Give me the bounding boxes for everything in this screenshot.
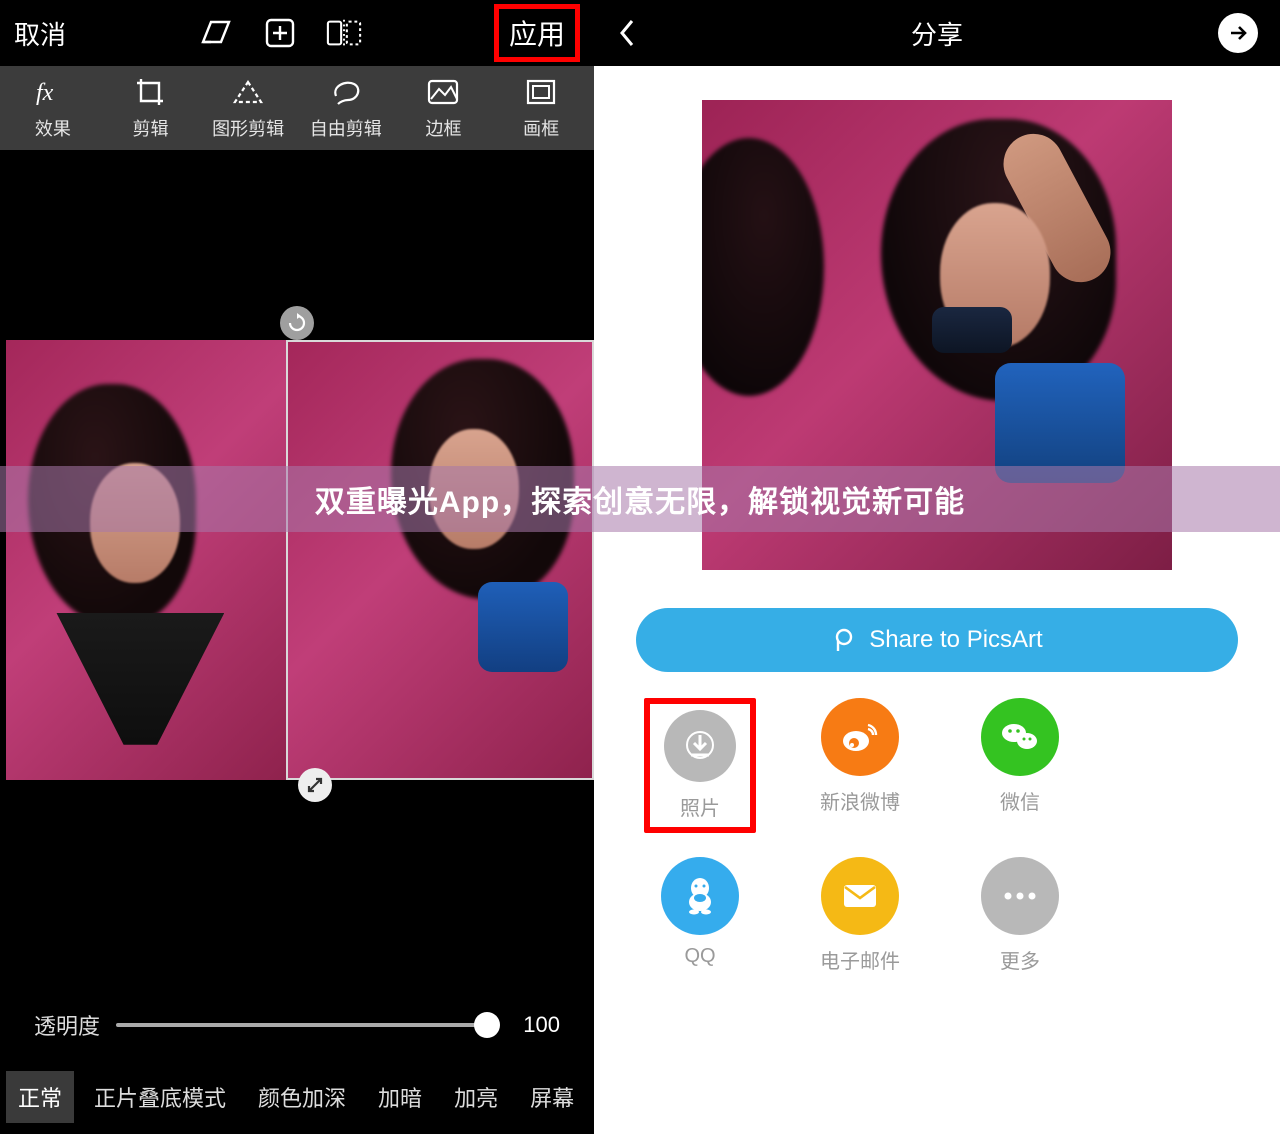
watermark-text: 双重曝光App，探索创意无限，解锁视觉新可能 <box>315 477 965 521</box>
crop-icon <box>135 75 165 109</box>
mode-color-burn[interactable]: 颜色加深 <box>246 1071 358 1123</box>
triangle-dash-icon <box>231 75 265 109</box>
image-icon <box>427 75 459 109</box>
blend-modes: 正常 正片叠底模式 颜色加深 加暗 加亮 屏幕 叠加 <box>0 1060 594 1134</box>
share-label: 电子邮件 <box>820 945 900 974</box>
flip-icon[interactable] <box>326 15 362 51</box>
rotate-handle[interactable] <box>280 306 314 340</box>
tool-effects[interactable]: fx 效果 <box>7 75 99 141</box>
mode-multiply[interactable]: 正片叠底模式 <box>82 1071 238 1123</box>
opacity-slider: 透明度 100 <box>0 990 594 1060</box>
share-label: 更多 <box>1000 945 1040 974</box>
tool-shape-crop[interactable]: 图形剪辑 <box>202 75 294 141</box>
back-button[interactable] <box>616 17 636 49</box>
tool-border[interactable]: 边框 <box>397 75 489 141</box>
frame-icon <box>526 75 556 109</box>
opacity-label: 透明度 <box>34 1009 100 1041</box>
cancel-button[interactable]: 取消 <box>14 15 66 52</box>
editor-topbar: 取消 应用 <box>0 0 594 66</box>
tool-label: 剪辑 <box>132 115 168 141</box>
share-button-label: Share to PicsArt <box>869 626 1042 654</box>
download-icon <box>664 710 736 782</box>
photo-right-selected[interactable] <box>286 340 594 780</box>
mail-icon <box>821 857 899 935</box>
watermark-banner: 双重曝光App，探索创意无限，解锁视觉新可能 <box>0 466 1280 532</box>
share-item-photos[interactable]: 照片 <box>644 698 756 833</box>
share-title: 分享 <box>911 15 963 52</box>
share-label: QQ <box>684 945 715 968</box>
tool-label: 图形剪辑 <box>212 115 284 141</box>
tool-label: 边框 <box>425 115 461 141</box>
more-icon <box>981 857 1059 935</box>
tool-frame[interactable]: 画框 <box>495 75 587 141</box>
share-grid: 照片 新浪微博 微信 QQ 电子邮件 <box>594 698 1280 974</box>
add-layer-icon[interactable] <box>262 15 298 51</box>
tool-free-crop[interactable]: 自由剪辑 <box>300 75 392 141</box>
share-label: 微信 <box>1000 786 1040 815</box>
scale-handle[interactable] <box>298 768 332 802</box>
svg-text:fx: fx <box>36 80 54 106</box>
tool-label: 自由剪辑 <box>310 115 382 141</box>
next-button[interactable] <box>1218 13 1258 53</box>
apply-button[interactable]: 应用 <box>494 4 580 62</box>
mode-lighten[interactable]: 加亮 <box>442 1071 510 1123</box>
photo-band <box>6 340 594 780</box>
share-label: 新浪微博 <box>820 786 900 815</box>
editor-panel: 取消 应用 fx 效果 剪辑 图形剪辑 <box>0 0 594 1134</box>
slider-track[interactable] <box>116 1023 494 1027</box>
share-panel: 分享 Share to PicsArt 照片 新浪微博 <box>594 0 1280 1134</box>
eraser-icon[interactable] <box>198 15 234 51</box>
slider-thumb[interactable] <box>474 1012 500 1038</box>
tool-row: fx 效果 剪辑 图形剪辑 自由剪辑 边框 画框 <box>0 66 594 150</box>
share-item-more[interactable]: 更多 <box>964 857 1076 974</box>
mode-darken[interactable]: 加暗 <box>366 1071 434 1123</box>
share-label: 照片 <box>680 792 720 821</box>
tool-label: 画框 <box>523 115 559 141</box>
opacity-value: 100 <box>510 1012 560 1038</box>
qq-icon <box>661 857 739 935</box>
share-item-wechat[interactable]: 微信 <box>964 698 1076 833</box>
mode-normal[interactable]: 正常 <box>6 1071 74 1123</box>
tool-label: 效果 <box>35 115 71 141</box>
picsart-icon <box>831 627 857 653</box>
mode-screen[interactable]: 屏幕 <box>518 1071 586 1123</box>
fx-icon: fx <box>36 75 70 109</box>
wechat-icon <box>981 698 1059 776</box>
apply-label: 应用 <box>509 19 565 50</box>
share-to-picsart-button[interactable]: Share to PicsArt <box>636 608 1238 672</box>
share-item-email[interactable]: 电子邮件 <box>804 857 916 974</box>
topbar-icons <box>198 15 362 51</box>
lasso-icon <box>330 75 362 109</box>
share-item-qq[interactable]: QQ <box>644 857 756 974</box>
editor-canvas[interactable] <box>0 150 594 990</box>
share-topbar: 分享 <box>594 0 1280 66</box>
weibo-icon <box>821 698 899 776</box>
tool-crop[interactable]: 剪辑 <box>104 75 196 141</box>
share-item-weibo[interactable]: 新浪微博 <box>804 698 916 833</box>
photo-left[interactable] <box>6 340 286 780</box>
